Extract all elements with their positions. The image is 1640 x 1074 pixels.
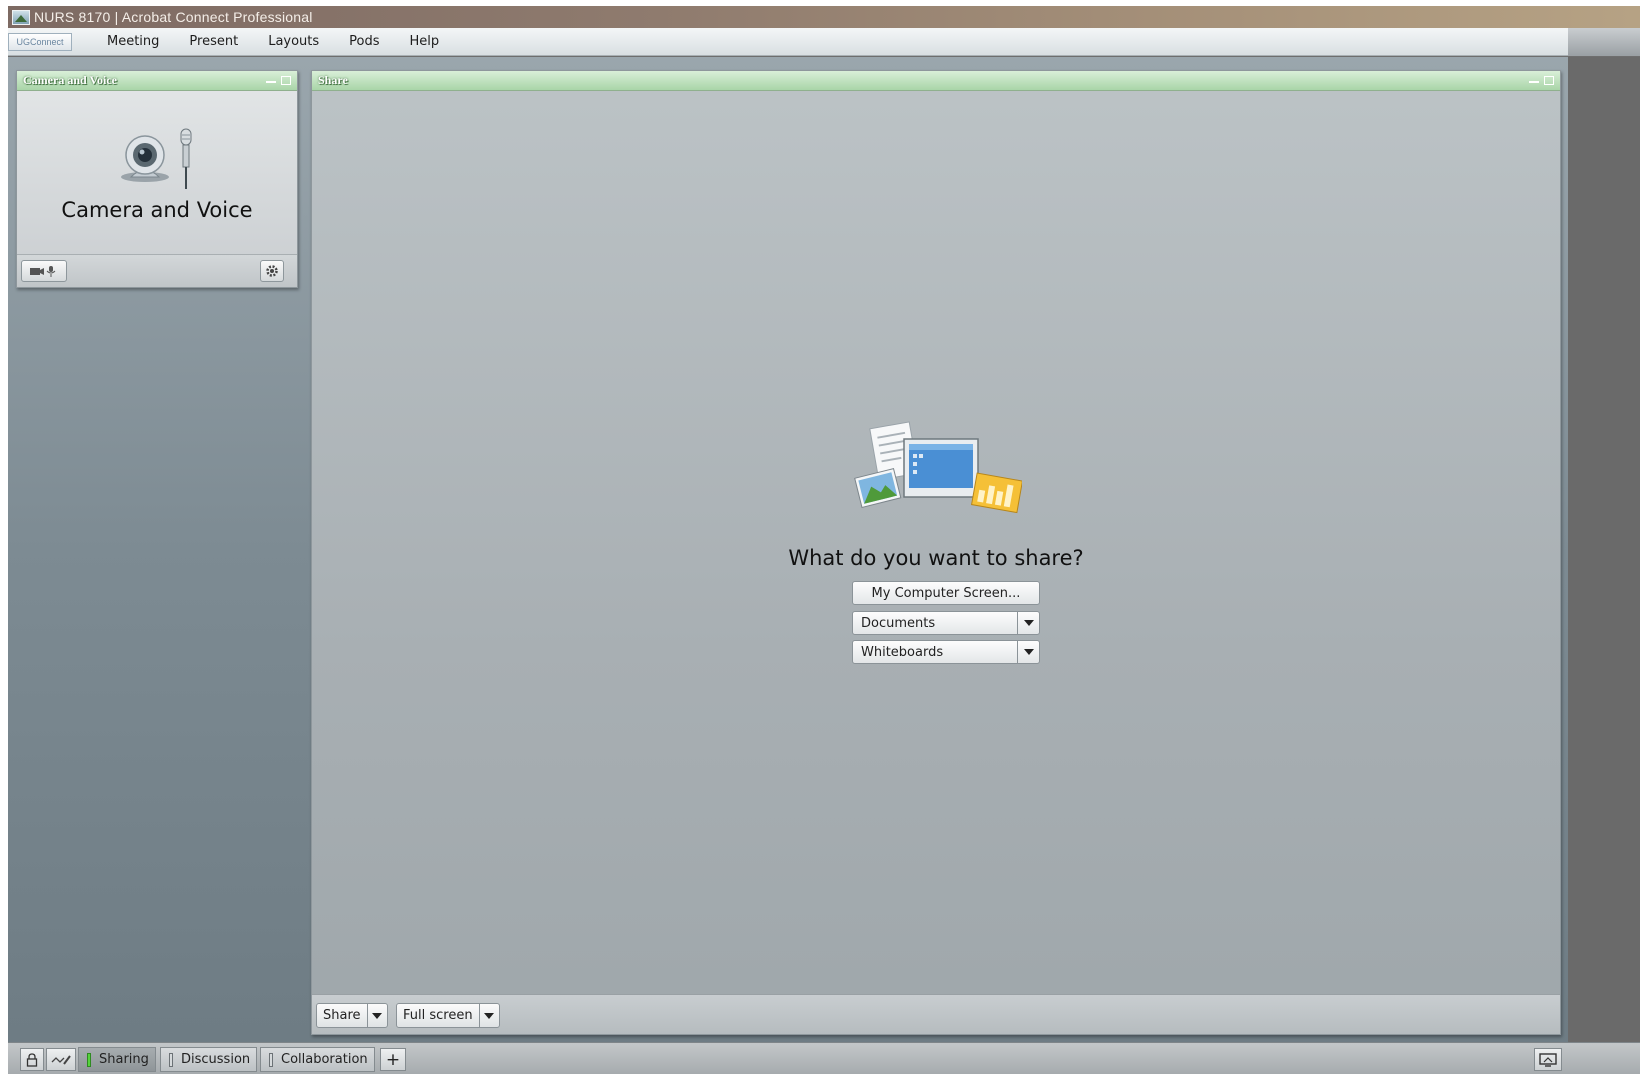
menu-present[interactable]: Present — [174, 34, 253, 49]
share-prompt: What do you want to share? — [788, 546, 1084, 570]
camera-voice-pod-title: Camera and Voice — [23, 73, 117, 87]
minimize-icon[interactable] — [266, 80, 276, 83]
whiteboards-dropdown[interactable] — [1017, 641, 1039, 663]
share-pod-header[interactable]: Share — [312, 71, 1560, 91]
share-computer-screen-label: My Computer Screen... — [871, 585, 1021, 601]
lock-icon — [26, 1052, 38, 1067]
pencil-icon — [51, 1054, 71, 1065]
lock-layout-button[interactable] — [20, 1048, 44, 1071]
minimize-icon[interactable] — [1529, 80, 1539, 83]
menu-help[interactable]: Help — [395, 34, 455, 49]
monitor-icon — [1539, 1052, 1557, 1067]
webcam-icon — [121, 135, 169, 182]
share-menu-button[interactable]: Share — [316, 1003, 388, 1028]
start-camera-voice-button[interactable] — [21, 260, 67, 282]
brand-logo: UGConnect — [8, 32, 72, 51]
menu-bar: UGConnect Meeting Present Layouts Pods H… — [8, 28, 1568, 56]
full-screen-dropdown[interactable] — [478, 1004, 499, 1027]
title-bar: NURS 8170 | Acrobat Connect Professional — [8, 6, 1640, 28]
share-menu-label: Share — [323, 1008, 361, 1023]
menu-pods[interactable]: Pods — [334, 34, 394, 49]
camera-voice-label: Camera and Voice — [61, 198, 253, 222]
tab-sharing[interactable]: Sharing — [78, 1047, 156, 1072]
tab-collaboration[interactable]: Collaboration — [260, 1047, 375, 1072]
right-empty-area — [1568, 57, 1640, 1042]
app-window: NURS 8170 | Acrobat Connect Professional… — [8, 6, 1640, 1074]
gear-icon — [266, 265, 278, 277]
tab-indicator-icon — [269, 1052, 273, 1067]
window-title: NURS 8170 | Acrobat Connect Professional — [34, 9, 313, 25]
share-pod-body: What do you want to share? My Computer S… — [312, 91, 1560, 995]
maximize-icon[interactable] — [281, 76, 291, 85]
tab-sharing-label: Sharing — [99, 1052, 149, 1067]
camera-settings-button[interactable] — [260, 260, 284, 282]
share-documents-button[interactable]: Documents — [852, 611, 1040, 635]
layout-tools-button[interactable] — [46, 1048, 76, 1071]
full-screen-button[interactable]: Full screen — [396, 1003, 500, 1028]
pod-window-controls — [266, 76, 291, 85]
chevron-down-icon — [372, 1012, 383, 1019]
menu-layouts[interactable]: Layouts — [253, 34, 334, 49]
share-pod: Share What do you want to share? My Comp… — [311, 70, 1561, 1035]
chevron-down-icon — [1023, 649, 1034, 655]
add-layout-button[interactable]: + — [380, 1048, 406, 1071]
meeting-workspace: Camera and Voice Camera and Voice Share … — [8, 57, 1568, 1042]
camera-voice-pod-header[interactable]: Camera and Voice — [17, 71, 297, 91]
tab-discussion[interactable]: Discussion — [160, 1047, 258, 1072]
share-whiteboards-label: Whiteboards — [861, 644, 944, 660]
share-computer-screen-button[interactable]: My Computer Screen... — [852, 581, 1040, 605]
share-documents-label: Documents — [861, 615, 936, 631]
camera-mic-icon — [30, 266, 56, 277]
tab-indicator-icon — [87, 1052, 91, 1067]
camera-voice-pod: Camera and Voice Camera and Voice — [16, 70, 298, 288]
tab-discussion-label: Discussion — [181, 1052, 251, 1067]
share-content-icon — [854, 421, 1022, 514]
app-icon — [12, 9, 30, 25]
menu-meeting[interactable]: Meeting — [92, 34, 174, 49]
microphone-icon — [180, 128, 192, 189]
documents-dropdown[interactable] — [1017, 612, 1039, 634]
camera-voice-pod-body: Camera and Voice — [17, 91, 297, 255]
menu-bar-filler — [1568, 28, 1640, 56]
share-whiteboards-button[interactable]: Whiteboards — [852, 640, 1040, 664]
maximize-icon[interactable] — [1544, 76, 1554, 85]
pod-visibility-button[interactable] — [1534, 1048, 1562, 1071]
full-screen-label: Full screen — [403, 1008, 473, 1023]
chevron-down-icon — [484, 1012, 495, 1019]
tab-indicator-icon — [169, 1052, 173, 1067]
share-pod-title: Share — [318, 73, 348, 87]
share-menu-dropdown[interactable] — [366, 1004, 387, 1027]
camera-voice-pod-footer — [17, 254, 297, 287]
share-pod-footer: Share Full screen — [312, 994, 1560, 1034]
tab-collaboration-label: Collaboration — [281, 1052, 368, 1067]
layout-bar: Sharing Discussion Collaboration + — [8, 1042, 1640, 1074]
pod-window-controls — [1529, 76, 1554, 85]
chevron-down-icon — [1023, 620, 1034, 626]
